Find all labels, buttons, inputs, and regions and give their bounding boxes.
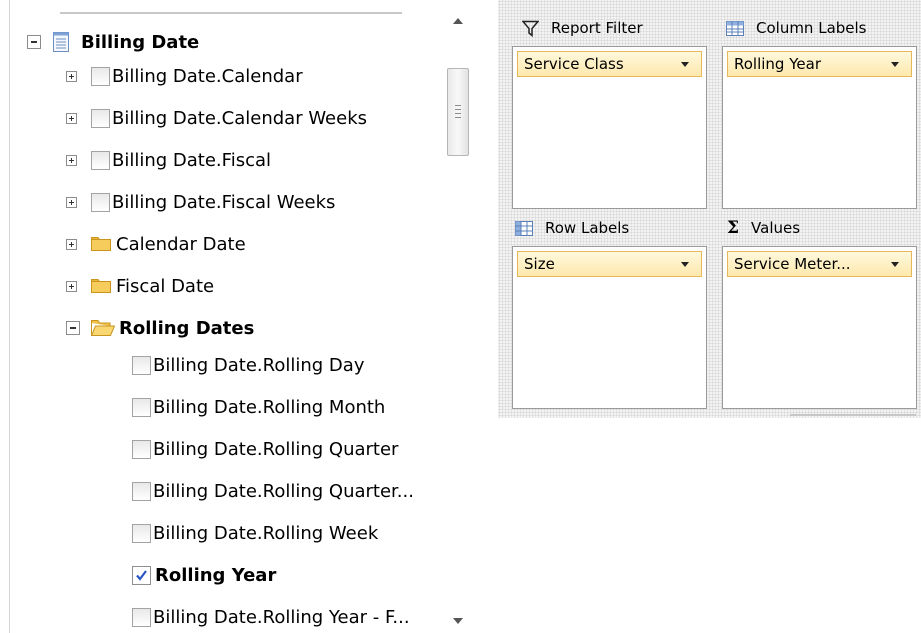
tree-field-item[interactable]: Billing Date.Rolling Week	[132, 518, 378, 548]
field-checkbox[interactable]	[91, 66, 110, 86]
expand-icon[interactable]	[66, 280, 77, 292]
scroll-up-arrow-icon[interactable]	[453, 18, 463, 24]
filter-icon	[522, 20, 539, 37]
tree-item-hierarchy[interactable]: Billing Date.Fiscal	[66, 145, 271, 175]
dimension-table-icon	[53, 32, 69, 52]
values-drop-area[interactable]: Service Meter...	[722, 246, 917, 409]
dropdown-arrow-icon[interactable]	[891, 62, 899, 67]
tree-folder-label: Rolling Dates	[119, 317, 255, 339]
checkmark-icon	[136, 569, 147, 581]
dropdown-arrow-icon[interactable]	[891, 262, 899, 267]
grip-line	[455, 105, 461, 106]
open-folder-icon	[91, 320, 115, 336]
sigma-icon: Σ	[727, 218, 740, 238]
tree-item-folder[interactable]: Calendar Date	[66, 229, 246, 259]
row-labels-field[interactable]: Size	[517, 251, 702, 277]
grid-icon	[726, 20, 744, 36]
tree-item-label: Fiscal Date	[116, 275, 215, 297]
values-field[interactable]: Service Meter...	[727, 251, 912, 277]
field-pill-label: Service Meter...	[734, 255, 851, 273]
collapse-icon[interactable]	[66, 321, 80, 335]
tree-field-item[interactable]: Billing Date.Rolling Day	[132, 350, 364, 380]
column-labels-field[interactable]: Rolling Year	[727, 51, 912, 77]
tree-item-label: Billing Date.Rolling Quarter	[153, 438, 399, 460]
tree-item-label: Rolling Year	[155, 564, 277, 586]
tree-item-folder[interactable]: Fiscal Date	[66, 271, 214, 301]
tree-item-hierarchy[interactable]: Billing Date.Calendar	[66, 61, 303, 91]
column-labels-drop-area[interactable]: Rolling Year	[722, 46, 917, 209]
grid-icon	[515, 220, 533, 236]
tree-scrollbar[interactable]	[445, 0, 471, 633]
field-checkbox[interactable]	[132, 355, 151, 375]
tree-field-item[interactable]: Billing Date.Rolling Year - F...	[132, 602, 410, 632]
tree-field-item[interactable]: Rolling Year	[132, 560, 276, 590]
field-checkbox[interactable]	[91, 150, 110, 170]
tree-item-label: Billing Date.Calendar	[112, 65, 303, 87]
tree-field-item[interactable]: Billing Date.Rolling Quarter...	[132, 476, 414, 506]
grip-line	[455, 113, 461, 114]
tree-item-label: Calendar Date	[116, 233, 246, 255]
field-pill-label: Rolling Year	[734, 55, 821, 73]
tree-root-label: Billing Date	[81, 31, 200, 53]
tree-item-label: Billing Date.Rolling Quarter...	[153, 480, 414, 502]
field-checkbox[interactable]	[132, 439, 151, 459]
field-list-tree: Billing Date Billing Date.Calendar Billi…	[0, 0, 445, 633]
field-checkbox[interactable]	[132, 481, 151, 501]
values-header: Σ Values	[727, 217, 800, 239]
tree-item-label: Billing Date.Rolling Day	[153, 354, 365, 376]
expand-icon[interactable]	[66, 196, 77, 208]
grip-line	[455, 117, 461, 118]
tree-item-label: Billing Date.Fiscal	[112, 149, 272, 171]
field-checkbox-checked[interactable]	[132, 565, 151, 585]
collapse-icon[interactable]	[27, 35, 41, 49]
report-filter-field[interactable]: Service Class	[517, 51, 702, 77]
tree-item-hierarchy[interactable]: Billing Date.Calendar Weeks	[66, 103, 367, 133]
grip-line	[455, 109, 461, 110]
panel-bottom-edge	[790, 414, 916, 416]
tree-item-hierarchy[interactable]: Billing Date.Fiscal Weeks	[66, 187, 335, 217]
dropdown-arrow-icon[interactable]	[681, 62, 689, 67]
column-labels-title: Column Labels	[756, 19, 867, 37]
tree-root-billing-date[interactable]: Billing Date	[27, 27, 199, 57]
column-labels-header: Column Labels	[726, 17, 867, 39]
folder-icon	[91, 237, 111, 251]
field-checkbox[interactable]	[132, 607, 151, 627]
tree-item-label: Billing Date.Calendar Weeks	[112, 107, 368, 129]
field-checkbox[interactable]	[91, 108, 110, 128]
expand-icon[interactable]	[66, 154, 77, 166]
tree-item-open-folder[interactable]: Rolling Dates	[66, 313, 254, 343]
pivot-areas-panel: Report Filter Service Class Column Label…	[498, 0, 921, 418]
field-checkbox[interactable]	[91, 192, 110, 212]
tree-item-label: Billing Date.Rolling Month	[153, 396, 386, 418]
dropdown-arrow-icon[interactable]	[681, 262, 689, 267]
field-checkbox[interactable]	[132, 523, 151, 543]
values-title: Values	[751, 219, 801, 237]
tree-field-item[interactable]: Billing Date.Rolling Quarter	[132, 434, 398, 464]
report-filter-title: Report Filter	[551, 19, 643, 37]
expand-icon[interactable]	[66, 70, 77, 82]
tree-item-label: Billing Date.Rolling Year - F...	[153, 606, 410, 628]
scroll-down-arrow-icon[interactable]	[453, 618, 463, 624]
tree-border	[9, 0, 10, 633]
row-labels-drop-area[interactable]: Size	[512, 246, 707, 409]
field-pill-label: Service Class	[524, 55, 624, 73]
scrollbar-thumb[interactable]	[447, 68, 469, 156]
row-labels-header: Row Labels	[515, 217, 629, 239]
row-labels-title: Row Labels	[545, 219, 630, 237]
tree-divider	[60, 12, 402, 14]
report-filter-header: Report Filter	[522, 17, 643, 39]
tree-field-item[interactable]: Billing Date.Rolling Month	[132, 392, 385, 422]
report-filter-drop-area[interactable]: Service Class	[512, 46, 707, 209]
tree-item-label: Billing Date.Rolling Week	[153, 522, 379, 544]
expand-icon[interactable]	[66, 112, 77, 124]
expand-icon[interactable]	[66, 238, 77, 250]
tree-item-label: Billing Date.Fiscal Weeks	[112, 191, 336, 213]
field-pill-label: Size	[524, 255, 555, 273]
field-checkbox[interactable]	[132, 397, 151, 417]
folder-icon	[91, 279, 111, 293]
